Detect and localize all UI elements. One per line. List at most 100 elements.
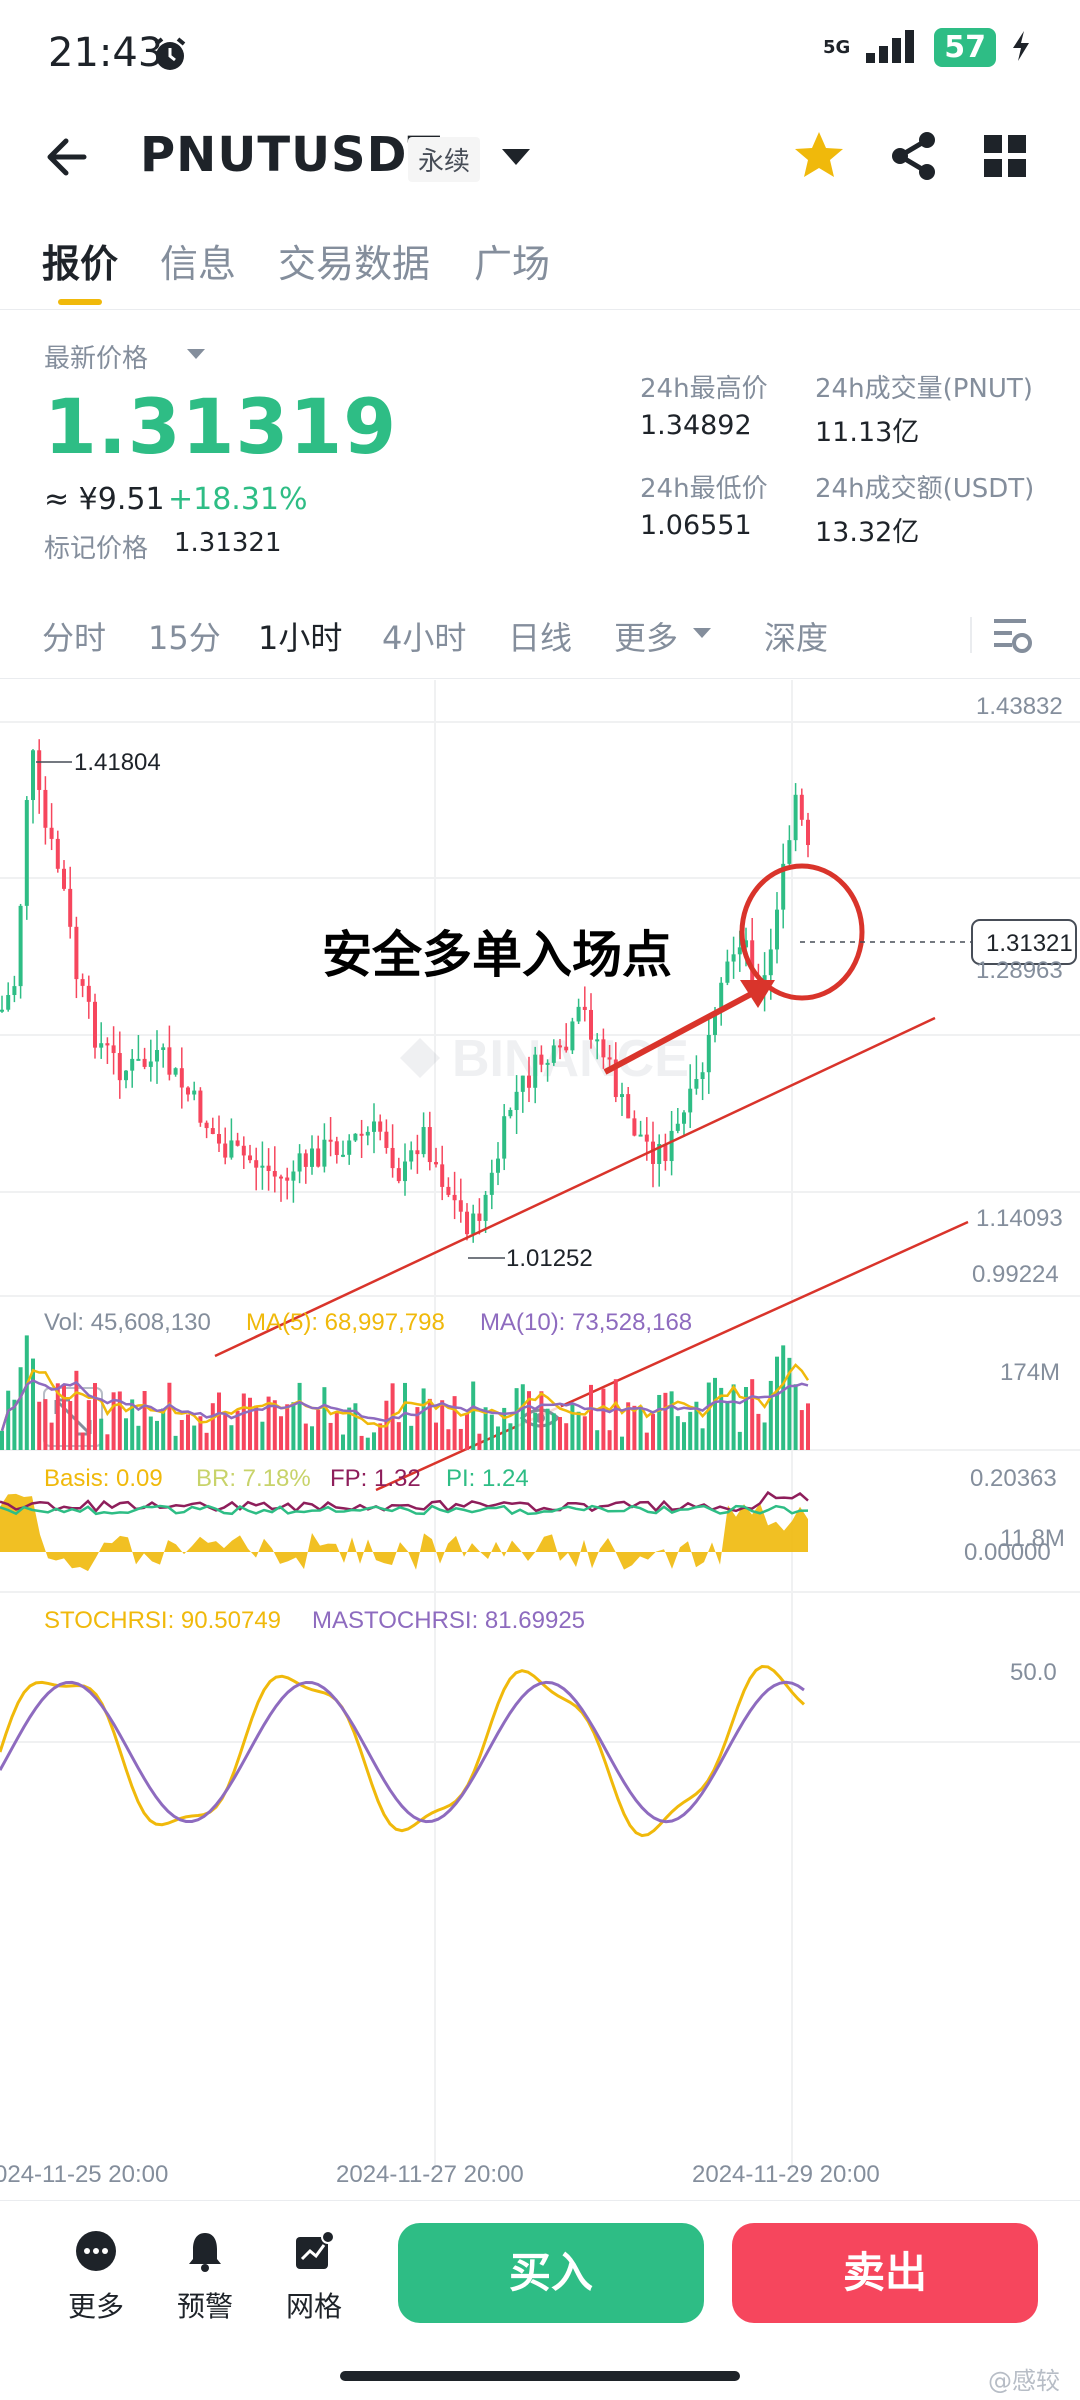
volume-bar [396,1422,401,1450]
kline-chart[interactable]: BINANCE 安全多单入场点 1.31321 1.43832 1.28963 … [0,680,1080,2200]
price-axis-label: 1.14093 [976,1205,1063,1232]
volume-bar [793,1384,798,1450]
interval-more[interactable]: 更多 [614,613,678,659]
current-price-tag: 1.31321 [986,930,1073,957]
layout-grid-icon[interactable] [978,129,1032,187]
interval-1d[interactable]: 日线 [508,613,572,659]
candle-body [601,1039,606,1058]
candle-body [279,1176,283,1179]
buy-button[interactable]: 买入 [398,2223,704,2323]
tab-quote[interactable]: 报价 [42,233,118,288]
candle-body [675,1123,680,1131]
volume-bar [68,1401,73,1450]
cny-price: ≈ ¥9.51 [44,482,165,517]
volume-bar [334,1412,339,1450]
candle-body [446,1186,451,1195]
candle-body [527,1075,531,1088]
volume-bar [750,1379,755,1450]
candle-body [229,1140,234,1158]
candle-body [434,1162,438,1165]
interval-more-dropdown-icon[interactable] [692,625,712,644]
interval-depth[interactable]: 深度 [764,613,828,659]
high-24h-label: 24h最高价 [640,374,768,404]
contract-type-badge: 永续 [408,137,481,182]
interval-1h[interactable]: 1小时 [258,613,342,659]
candle-body [328,1139,333,1142]
candle-body [669,1130,674,1162]
candle-body [806,819,810,846]
volume-bar [489,1414,494,1450]
symbol-dropdown-icon[interactable] [500,145,532,173]
candle-body [99,1043,104,1048]
main-tabs: 报价 信息 交易数据 广场 [0,225,1080,310]
candle-body [303,1153,308,1167]
volume-usdt-label: 24h成交额(USDT) [815,474,1035,504]
candle-body [725,961,730,983]
volume-pnut-value: 11.13亿 [815,417,920,448]
volume-bar [223,1414,228,1450]
favorite-star-icon[interactable] [790,127,848,189]
candle-body [483,1194,488,1221]
volume-bar [341,1434,345,1450]
last-price: 1.31319 [44,382,398,471]
mark-price: 1.31321 [174,528,282,558]
volume-bar [49,1422,54,1450]
interval-15m[interactable]: 15分 [148,613,221,659]
price-type-dropdown-icon[interactable] [186,346,206,365]
candle-body [651,1141,655,1164]
candle-body [533,1054,538,1088]
alert-label: 预警 [176,2290,233,2323]
candle-body [105,1043,110,1046]
volume-bar [731,1384,736,1450]
stochrsi-line [0,1664,806,1838]
candle-body [514,1091,519,1110]
volume-bar [446,1429,451,1450]
candle-body [179,1068,184,1088]
volume-bar [24,1335,29,1450]
back-arrow-icon[interactable] [40,127,100,187]
candle-body [465,1211,469,1235]
bottom-action-bar: 更多 预警 网格 买入 卖出 @感较 [0,2200,1080,2400]
price-alert-button[interactable]: 预警 [165,2229,245,2325]
candle-body [74,926,79,980]
sell-button[interactable]: 卖出 [732,2223,1038,2323]
more-menu-button[interactable]: 更多 [56,2229,136,2325]
candle-body [68,888,73,927]
network-label: 5G [822,37,851,58]
volume-bar [6,1390,11,1450]
candle-body [378,1121,383,1132]
symbol-title[interactable]: PNUTUSDT [140,127,441,183]
volume-bar [551,1413,556,1450]
candle-body [508,1109,513,1117]
tab-trading-data[interactable]: 交易数据 [278,233,430,288]
home-indicator [340,2371,740,2381]
candle-body [24,800,29,906]
candle-body [217,1134,221,1144]
candle-body [607,1057,612,1060]
interval-time-share[interactable]: 分时 [42,613,106,659]
candle-body [80,979,85,986]
volume-bar [644,1432,649,1450]
candle-body [37,750,42,790]
candle-body [310,1148,314,1167]
volume-bar [762,1422,767,1450]
basis-label: Basis: 0.09 [44,1465,163,1492]
volume-bars [0,1335,810,1450]
candle-body [502,1116,507,1159]
highlight-circle [739,863,865,1001]
candle-body [285,1177,290,1181]
candle-body [793,794,798,841]
share-icon[interactable] [885,127,943,189]
tab-square[interactable]: 广场 [474,233,550,288]
chart-settings-icon[interactable] [990,613,1034,661]
volume-bar [675,1416,680,1450]
grid-trading-button[interactable]: 网格 [274,2229,354,2325]
volume-bar [148,1416,153,1450]
candle-body [471,1213,476,1235]
candle-body [186,1087,190,1095]
tab-info[interactable]: 信息 [160,233,236,288]
interval-4h[interactable]: 4小时 [382,613,466,659]
candle-body [18,905,23,987]
candle-body [12,986,17,996]
volume-bar [706,1382,711,1450]
